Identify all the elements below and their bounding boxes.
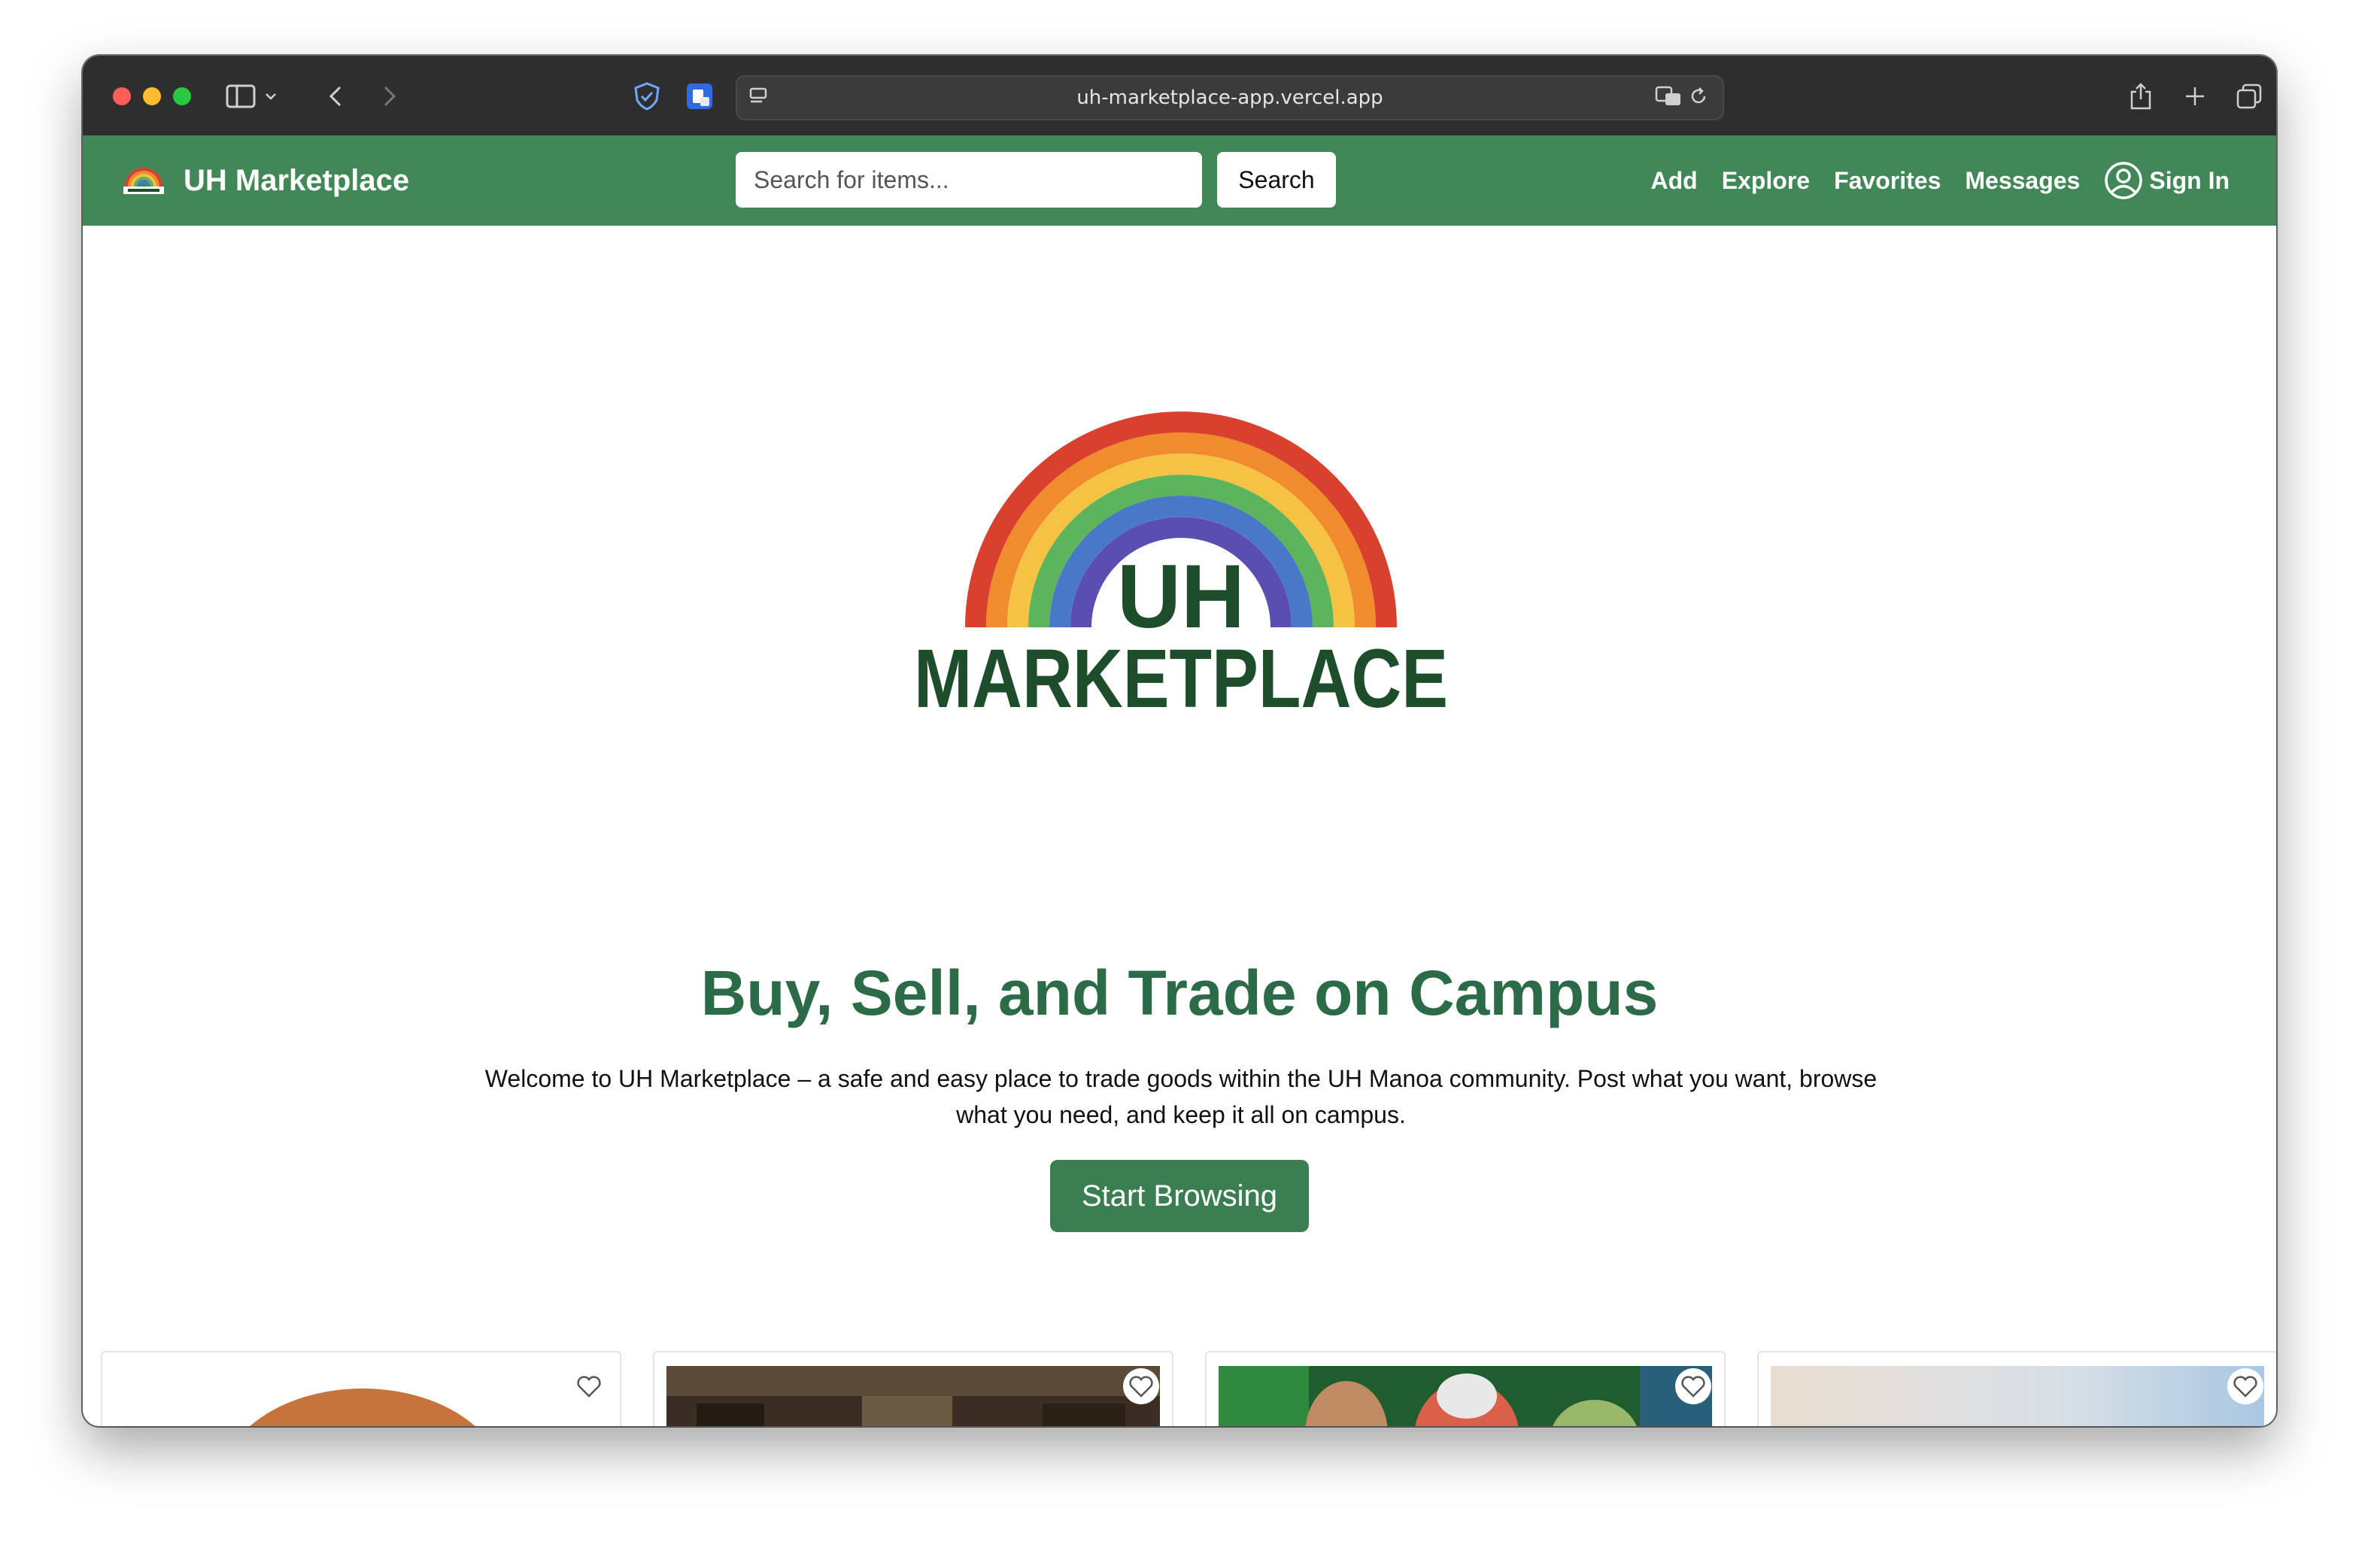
translate-icon[interactable] [1653,81,1683,111]
interior-photo-image [666,1366,1160,1426]
search-button[interactable]: Search [1217,152,1336,208]
nav-favorites-link[interactable]: Favorites [1834,167,1941,195]
browser-window: uh-marketplace-app.vercel.app UH Marketp… [83,56,2276,1426]
privacy-shield-icon[interactable] [632,81,662,111]
brand-name[interactable]: UH Marketplace [184,164,409,198]
uh-marketplace-hero-logo: UH MARKETPLACE [914,411,1448,725]
back-icon[interactable] [320,81,351,111]
sign-in-label: Sign In [2149,166,2230,194]
nav-add-link[interactable]: Add [1651,167,1698,195]
start-browsing-button[interactable]: Start Browsing [1050,1160,1309,1232]
address-bar[interactable]: uh-marketplace-app.vercel.app [736,75,1724,120]
reload-icon[interactable] [1683,81,1714,111]
url-text[interactable]: uh-marketplace-app.vercel.app [737,77,1723,119]
hero-title: Buy, Sell, and Trade on Campus [700,958,1659,1028]
listing-card[interactable] [653,1351,1173,1426]
zoom-window-button[interactable] [173,87,191,105]
brand-link[interactable]: UH Marketplace [120,135,409,226]
sidebar-icon[interactable] [226,81,256,111]
sky-photo-image [1771,1366,2264,1426]
rainbow-logo-icon [123,168,164,194]
favorite-heart-icon[interactable] [1122,1367,1160,1405]
user-circle-icon [2105,162,2143,199]
nav-links: Add Explore Favorites Messages Sign In [1627,135,2230,226]
nav-messages-link[interactable]: Messages [1965,167,2080,195]
nav-explore-link[interactable]: Explore [1722,167,1810,195]
site-navbar: UH Marketplace Search Add Explore Favori… [83,135,2276,226]
favorite-heart-icon[interactable] [1674,1367,1712,1405]
hero-logo-line2: MARKETPLACE [914,633,1448,725]
search-input[interactable] [736,152,1202,208]
sign-in-link[interactable]: Sign In [2104,161,2230,200]
browser-toolbar: uh-marketplace-app.vercel.app [83,56,2276,135]
star-wars-poster-image [1219,1366,1712,1426]
listing-card[interactable] [1757,1351,2276,1426]
favorite-heart-icon[interactable] [570,1367,608,1405]
minimize-window-button[interactable] [143,87,161,105]
listing-card[interactable] [101,1351,621,1426]
tab-overview-icon[interactable] [2234,81,2264,111]
password-extension-icon[interactable] [685,81,715,111]
chevron-down-icon[interactable] [262,81,280,111]
basketball-image [250,1389,475,1426]
hero-description: Welcome to UH Marketplace – a safe and e… [484,1065,1878,1128]
listing-card[interactable] [1205,1351,1726,1426]
favorite-heart-icon[interactable] [2227,1367,2264,1405]
share-icon[interactable] [2126,81,2156,111]
hero-logo-line1: UH [1117,546,1245,647]
forward-icon[interactable] [375,81,405,111]
close-window-button[interactable] [113,87,131,105]
new-tab-icon[interactable] [2180,81,2210,111]
